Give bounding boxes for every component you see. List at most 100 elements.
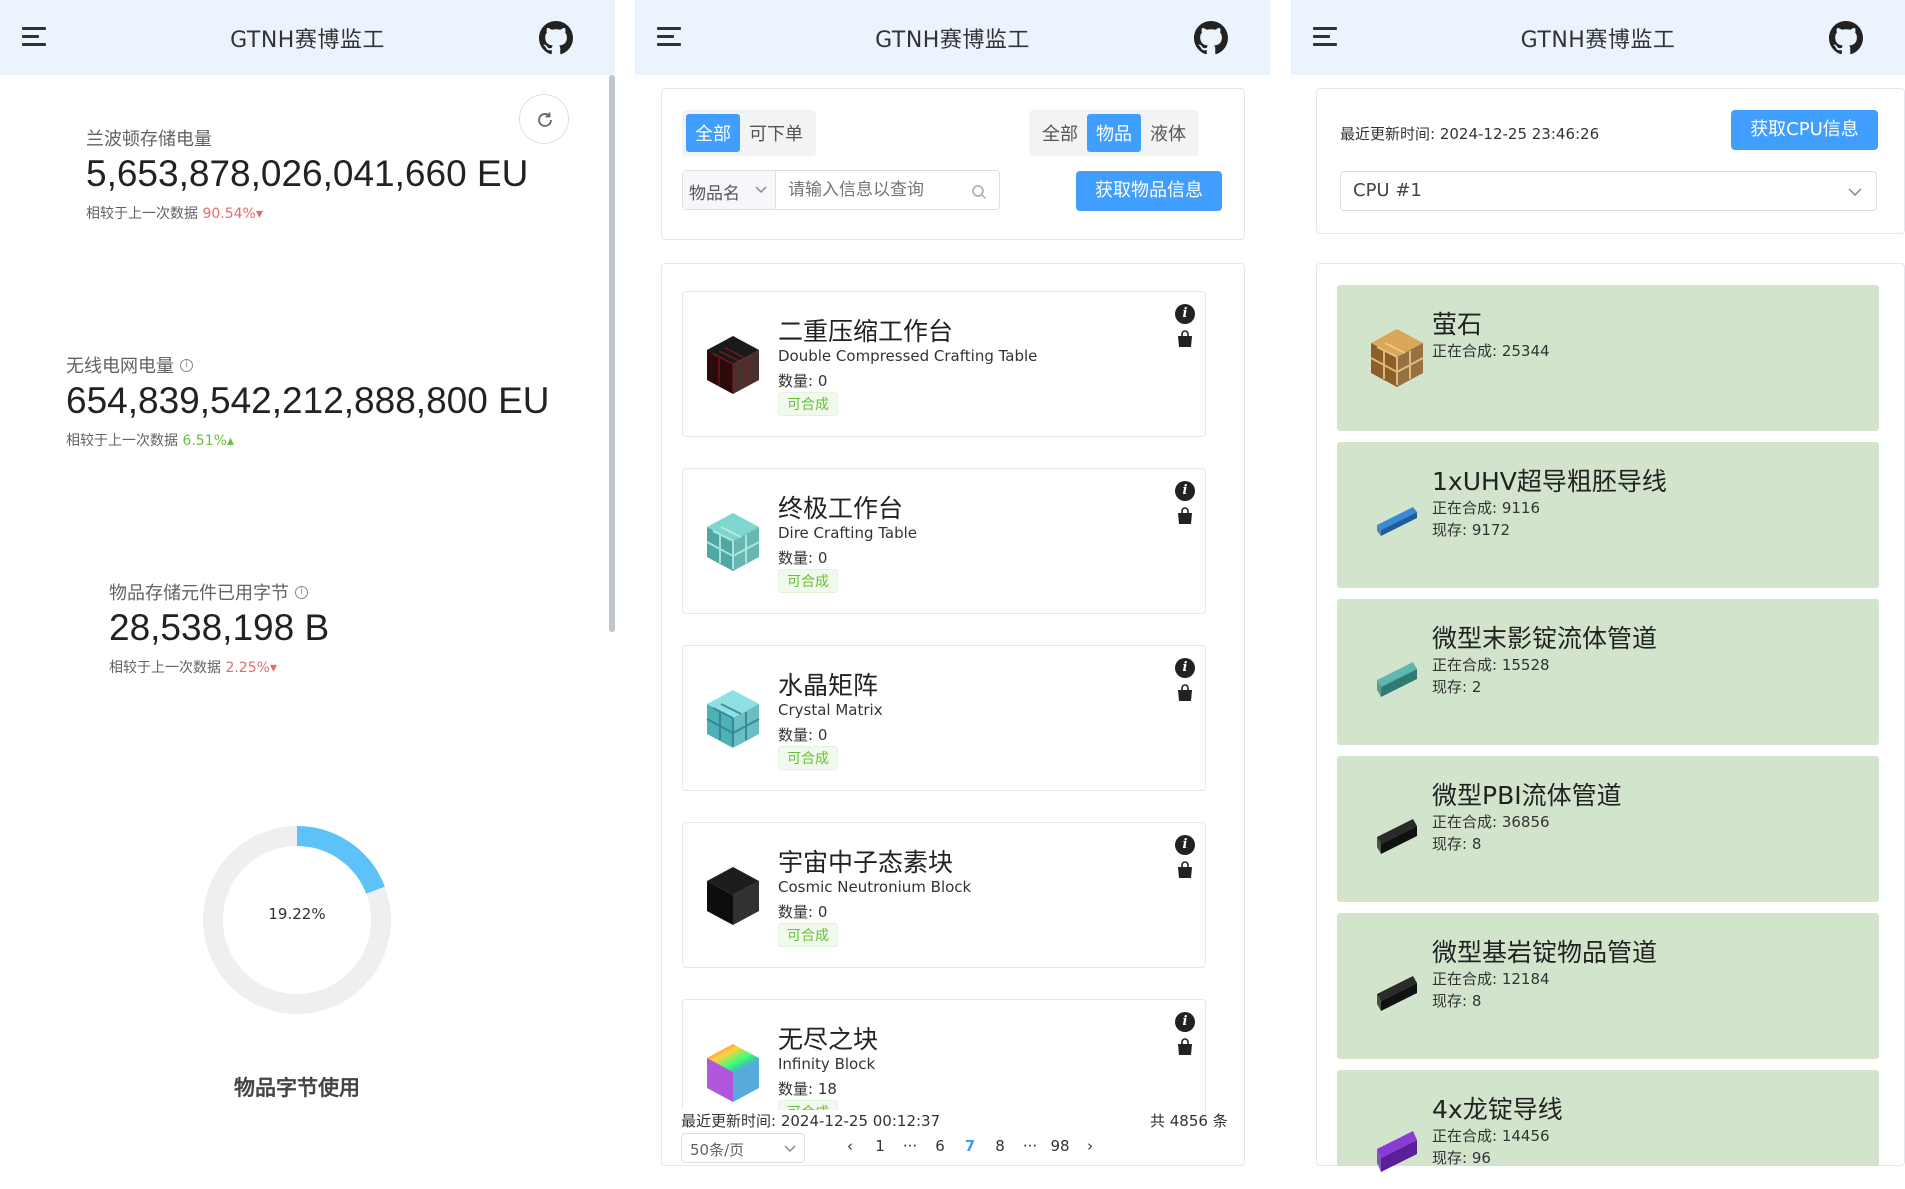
scrollbar[interactable] [609,75,615,632]
page-8[interactable]: 8 [985,1137,1015,1155]
page-1[interactable]: 1 [865,1137,895,1155]
fetch-cpu-button[interactable]: 获取CPU信息 [1731,110,1878,150]
job-item-name: 微型末影锭流体管道 [1432,624,1658,653]
type-all[interactable]: 全部 [1033,114,1087,152]
search-input[interactable] [776,171,999,209]
job-stock-count: 现存: 9172 [1432,521,1510,539]
github-icon[interactable] [1829,21,1863,55]
cpu-job-card: 微型末影锭流体管道 正在合成: 15528 现存: 2 [1337,599,1879,745]
item-card[interactable]: 二重压缩工作台 Double Compressed Crafting Table… [682,291,1206,437]
shopping-bag-icon[interactable] [1177,1038,1193,1056]
job-stock-count: 现存: 8 [1432,992,1482,1010]
item-name-en: Crystal Matrix [778,701,883,719]
job-crafting-count: 正在合成: 36856 [1432,813,1550,831]
shopping-bag-icon[interactable] [1177,330,1193,348]
job-item-name: 4x龙锭导线 [1432,1095,1563,1124]
item-quantity: 数量: 0 [778,726,828,744]
lapotron-label: 兰波顿存储电量 [86,129,212,150]
page-ellipsis-prev[interactable]: ··· [895,1137,925,1155]
caret-down-icon: ▾ [269,660,277,676]
usage-chart-title: 物品字节使用 [234,1076,360,1100]
type-filter: 全部 物品 液体 [1029,110,1199,156]
item-card[interactable]: 宇宙中子态素块 Cosmic Neutronium Block 数量: 0 可合… [682,822,1206,968]
type-fluid[interactable]: 液体 [1141,114,1195,152]
info-icon[interactable]: i [1175,658,1195,678]
item-name-cn: 水晶矩阵 [778,671,879,700]
fetch-items-button[interactable]: 获取物品信息 [1076,171,1222,211]
app-title: GTNH赛博监工 [230,28,385,53]
cpu-job-card: 1xUHV超导粗胚导线 正在合成: 9116 现存: 9172 [1337,442,1879,588]
app-title: GTNH赛博监工 [875,28,1030,53]
page-size-select[interactable]: 50条/页 [681,1133,805,1163]
shopping-bag-icon[interactable] [1177,861,1193,879]
info-icon[interactable]: i [1175,835,1195,855]
item-storage-compare: 相较于上一次数据 2.25%▾ [109,660,277,676]
lapotron-stat: 兰波顿存储电量 5,653,878,026,041,660 EU 相较于上一次数… [86,125,528,223]
cpu-job-card: 微型PBI流体管道 正在合成: 36856 现存: 8 [1337,756,1879,902]
item-name-en: Double Compressed Crafting Table [778,347,1038,365]
item-quantity: 数量: 0 [778,549,828,567]
wireless-compare: 相较于上一次数据 6.51%▴ [66,433,234,449]
pagination: ‹ 1 ··· 6 7 8 ··· 98 › [835,1137,1105,1155]
item-card[interactable]: 终极工作台 Dire Crafting Table 数量: 0 可合成 i [682,468,1206,614]
shopping-bag-icon[interactable] [1177,507,1193,525]
item-name-en: Infinity Block [778,1055,876,1073]
cpu-updated-time: 最近更新时间: 2024-12-25 23:46:26 [1340,125,1600,143]
prev-page-icon[interactable]: ‹ [835,1137,865,1155]
infinity-block-icon [705,1042,761,1104]
page-ellipsis-next[interactable]: ··· [1015,1137,1045,1155]
info-icon[interactable]: i [1175,304,1195,324]
info-icon[interactable]: i [1175,481,1195,501]
search-bar: 物品名 [682,170,1000,210]
next-page-icon[interactable]: › [1075,1137,1105,1155]
lapotron-value: 5,653,878,026,041,660 EU [86,153,529,194]
wireless-change: 6.51% [182,433,227,449]
black-pipe-icon [1369,808,1425,860]
lapotron-compare: 相较于上一次数据 90.54%▾ [86,206,263,222]
item-storage-value: 28,538,198 B [109,607,330,648]
item-card[interactable]: 水晶矩阵 Crystal Matrix 数量: 0 可合成 i [682,645,1206,791]
info-icon[interactable]: i [295,585,308,599]
item-quantity: 数量: 0 [778,903,828,921]
github-icon[interactable] [539,21,573,55]
cpu-job-card: 微型基岩锭物品管道 正在合成: 12184 现存: 8 [1337,913,1879,1059]
blue-wire-icon [1369,494,1425,546]
crystal-matrix-block-icon [705,688,761,750]
items-updated-time: 最近更新时间: 2024-12-25 00:12:37 [681,1110,941,1131]
wireless-label-row: 无线电网电量 i [66,352,549,378]
job-item-name: 萤石 [1432,310,1483,339]
item-quantity: 数量: 0 [778,372,828,390]
job-item-name: 微型基岩锭物品管道 [1432,938,1658,967]
dark-crafting-block-icon [705,334,761,396]
type-item[interactable]: 物品 [1087,114,1141,152]
craftable-tag: 可合成 [778,746,838,770]
info-icon[interactable]: i [1175,1012,1195,1032]
page-98[interactable]: 98 [1045,1137,1075,1155]
github-icon[interactable] [1194,21,1228,55]
item-name-cn: 宇宙中子态素块 [778,848,954,877]
item-name-cn: 无尽之块 [778,1025,879,1054]
craftable-tag: 可合成 [778,569,838,593]
energy-panel: GTNH赛博监工 兰波顿存储电量 5,653,878,026,041,660 E… [0,0,615,1189]
item-storage-label-row: 物品存储元件已用字节 i [109,579,329,605]
refresh-icon [538,112,552,127]
job-crafting-count: 正在合成: 15528 [1432,656,1550,674]
page-7-current[interactable]: 7 [955,1137,985,1155]
search-icon[interactable] [971,184,987,200]
job-stock-count: 现存: 96 [1432,1149,1491,1167]
filter-all[interactable]: 全部 [686,114,740,152]
item-name-en: Dire Crafting Table [778,524,918,542]
lapotron-change: 90.54% [202,206,256,222]
filter-orderable[interactable]: 可下单 [740,114,812,152]
info-icon[interactable]: i [180,358,193,372]
glowstone-block-icon [1369,327,1425,389]
page-6[interactable]: 6 [925,1137,955,1155]
job-crafting-count: 正在合成: 14456 [1432,1127,1550,1145]
item-card[interactable]: 无尽之块 Infinity Block 数量: 18 可合成 i [682,999,1206,1115]
caret-down-icon: ▾ [255,206,263,222]
search-type-select[interactable]: 物品名 [683,171,776,209]
cpu-job-card: 萤石 正在合成: 25344 [1337,285,1879,431]
cpu-select[interactable]: CPU #1 [1340,171,1877,211]
shopping-bag-icon[interactable] [1177,684,1193,702]
item-storage-change: 2.25% [225,660,270,676]
